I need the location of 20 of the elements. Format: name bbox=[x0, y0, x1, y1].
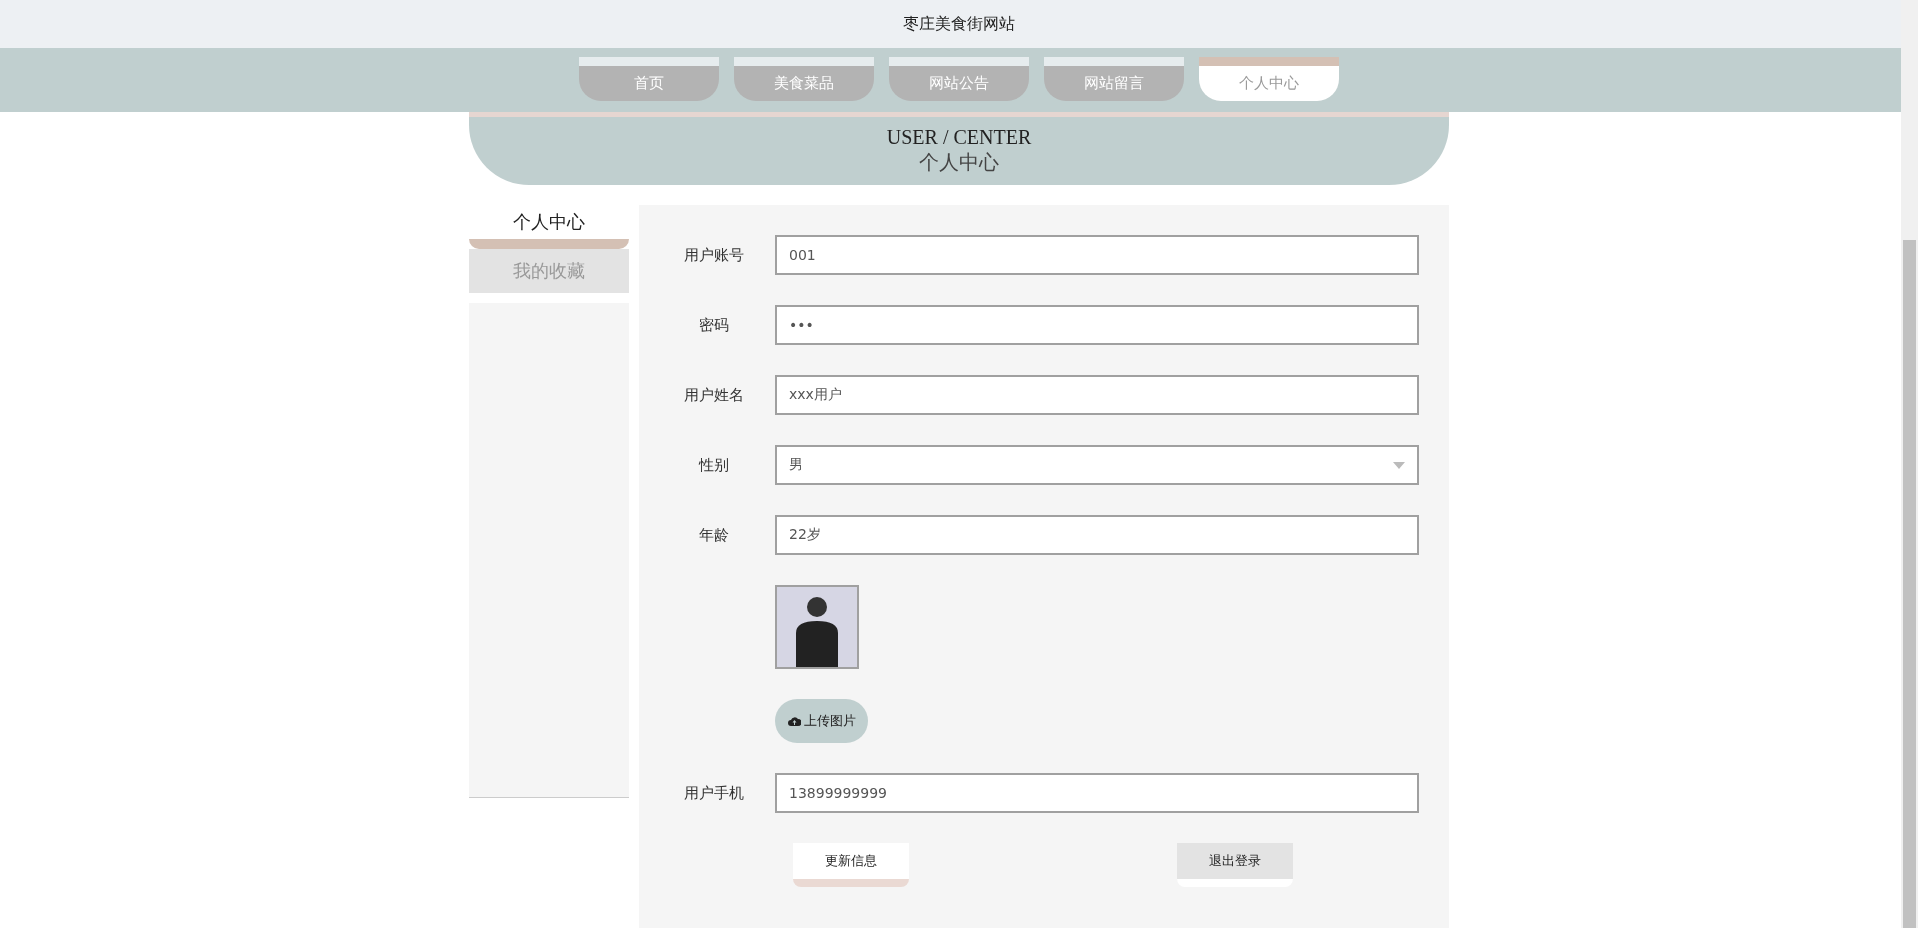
input-field[interactable]: ••• bbox=[775, 305, 1419, 345]
input-field[interactable]: xxx用户 bbox=[775, 375, 1419, 415]
field-label: 用户账号 bbox=[683, 245, 745, 265]
dropdown-caret-icon bbox=[1393, 461, 1405, 469]
logout-button[interactable]: 退出登录 bbox=[1177, 843, 1293, 887]
field-label: 密码 bbox=[698, 315, 730, 335]
input-field[interactable]: 13899999999 bbox=[775, 773, 1419, 813]
cloud-upload-icon bbox=[787, 716, 801, 726]
field-label: 用户手机 bbox=[683, 783, 745, 803]
field-label: 性别 bbox=[697, 455, 730, 475]
field-label: 用户姓名 bbox=[683, 385, 745, 405]
field-label: 年龄 bbox=[698, 525, 730, 545]
input-field[interactable]: 001 bbox=[775, 235, 1419, 275]
update-button[interactable]: 更新信息 bbox=[793, 843, 909, 887]
banner-title: 个人中心 bbox=[919, 150, 999, 175]
select-field[interactable]: 男 bbox=[775, 445, 1419, 485]
input-field[interactable]: 22岁 bbox=[775, 515, 1419, 555]
site-title: 枣庄美食街网站 bbox=[903, 13, 1015, 35]
banner-title-english: USER / CENTER bbox=[886, 126, 1032, 149]
upload-image-button[interactable]: 上传图片 bbox=[775, 699, 868, 743]
